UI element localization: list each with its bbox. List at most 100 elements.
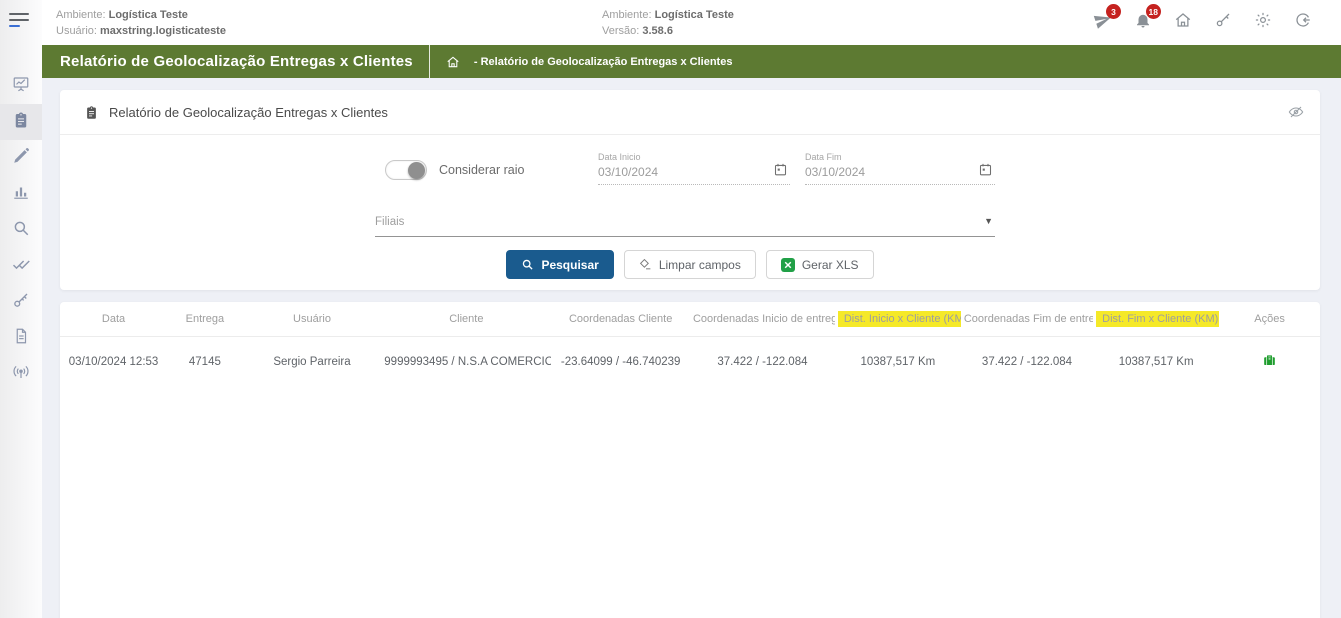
sidebar-item-reports[interactable] [0,104,42,140]
data-inicio-label: Data Inicio [598,152,790,162]
data-inicio-field[interactable]: Data Inicio 03/10/2024 [598,152,790,185]
key-icon [12,291,30,314]
presentation-chart-icon [12,75,30,98]
sidebar-nav [0,68,42,392]
clipboard-icon [84,105,99,120]
table-cell: 37.422 / -122.084 [961,337,1093,387]
results-table: DataEntregaUsuárioClienteCoordenadas Cli… [60,302,1320,386]
filiais-select[interactable]: Filiais ▼ [375,212,995,237]
data-fim-field[interactable]: Data Fim 03/10/2024 [805,152,995,185]
data-fim-value: 03/10/2024 [805,165,995,179]
column-header: Cliente [381,302,551,337]
column-header: Coordenadas Fim de entrega [961,302,1093,337]
results-tbody: 03/10/2024 12:5347145Sergio Parreira9999… [60,337,1320,387]
page-title-bar: Relatório de Geolocalização Entregas x C… [42,45,1341,78]
hide-panel-button[interactable] [1288,104,1304,120]
table-row: 03/10/2024 12:5347145Sergio Parreira9999… [60,337,1320,387]
settings-button[interactable] [1253,10,1273,30]
pesquisar-button[interactable]: Pesquisar [506,250,613,279]
toggle-label: Considerar raio [439,163,524,177]
column-header: Ações [1219,302,1320,337]
gerar-xls-label: Gerar XLS [802,258,859,272]
logout-button[interactable] [1293,10,1313,30]
sidebar-item-approvals[interactable] [0,248,42,284]
results-header-row: DataEntregaUsuárioClienteCoordenadas Cli… [60,302,1320,337]
alerts-badge: 3 [1106,4,1121,19]
column-header: Dist. Fim x Cliente (KM) [1093,302,1219,337]
column-header: Usuário [243,302,382,337]
column-header: Entrega [167,302,243,337]
column-header: Coordenadas Inicio de entrega [690,302,835,337]
filter-card-header: Relatório de Geolocalização Entregas x C… [60,90,1320,135]
alerts-button[interactable]: 3 [1093,10,1113,30]
home-icon [1174,11,1192,29]
filter-card-title: Relatório de Geolocalização Entregas x C… [109,105,388,120]
column-header: Dist. Inicio x Cliente (KM) [835,302,961,337]
home-icon [446,55,460,69]
column-header: Coordenadas Cliente [551,302,690,337]
top-header: Ambiente: Logística Teste Usuário: maxst… [42,0,1341,45]
table-cell: 9999993495 / N.S.A COMERCIO VARE [381,337,551,387]
considerar-raio-toggle[interactable]: Considerar raio [385,160,524,180]
filter-card: Relatório de Geolocalização Entregas x C… [60,90,1320,290]
pesquisar-label: Pesquisar [541,258,598,272]
breadcrumb: - Relatório de Geolocalização Entregas x… [474,56,733,68]
breadcrumb-home[interactable] [446,55,460,69]
toggle-switch[interactable] [385,160,427,180]
double-check-icon [12,255,30,278]
results-card: DataEntregaUsuárioClienteCoordenadas Cli… [60,302,1320,618]
sidebar-item-dashboard[interactable] [0,68,42,104]
password-button[interactable] [1213,10,1233,30]
eraser-icon [639,258,652,271]
notifications-badge: 18 [1146,4,1161,19]
document-icon [12,327,30,350]
usuario-label: Usuário: [56,25,97,37]
ambiente-label: Ambiente: [602,9,652,21]
filiais-label: Filiais [375,216,404,228]
ambiente-value: Logística Teste [109,9,188,21]
logout-icon [1294,11,1312,29]
chevron-down-icon: ▼ [984,216,993,226]
limpar-campos-button[interactable]: Limpar campos [624,250,756,279]
table-cell: 47145 [167,337,243,387]
content-area: Relatório de Geolocalização Entregas x C… [42,78,1341,618]
sidebar-item-access[interactable] [0,284,42,320]
search-icon [12,219,30,242]
calendar-icon[interactable] [773,162,788,182]
data-inicio-value: 03/10/2024 [598,165,790,179]
environment-info-left: Ambiente: Logística Teste Usuário: maxst… [56,7,226,39]
filter-actions: Pesquisar Limpar campos Gerar XLS [60,250,1320,279]
clipboard-icon [12,111,30,134]
usuario-value: maxstring.logisticateste [100,25,226,37]
page-title: Relatório de Geolocalização Entregas x C… [60,53,413,70]
home-button[interactable] [1173,10,1193,30]
ambiente-value: Logística Teste [655,9,734,21]
sidebar-item-search[interactable] [0,212,42,248]
sidebar-item-charts[interactable] [0,176,42,212]
data-fim-label: Data Fim [805,152,995,162]
sidebar-item-edit[interactable] [0,140,42,176]
sidebar [0,0,42,618]
sidebar-item-antenna[interactable] [0,356,42,392]
search-icon [521,258,534,271]
ambiente-label: Ambiente: [56,9,106,21]
hamburger-menu-icon[interactable] [9,13,31,29]
briefcase-icon [1262,352,1277,368]
notifications-button[interactable]: 18 [1133,10,1153,30]
table-cell: 10387,517 Km [835,337,961,387]
pencil-icon [12,147,30,170]
excel-icon [781,258,795,272]
column-header: Data [60,302,167,337]
environment-info-center: Ambiente: Logística Teste Versão: 3.58.6 [602,7,734,39]
table-cell: 10387,517 Km [1093,337,1219,387]
gerar-xls-button[interactable]: Gerar XLS [766,250,874,279]
sidebar-item-documents[interactable] [0,320,42,356]
table-cell: 03/10/2024 12:53 [60,337,167,387]
bar-chart-icon [12,183,30,206]
table-cell: 37.422 / -122.084 [690,337,835,387]
title-divider [429,45,430,78]
row-actions-cell[interactable] [1219,337,1320,387]
calendar-icon[interactable] [978,162,993,182]
key-icon [1214,11,1232,29]
limpar-campos-label: Limpar campos [659,258,741,272]
